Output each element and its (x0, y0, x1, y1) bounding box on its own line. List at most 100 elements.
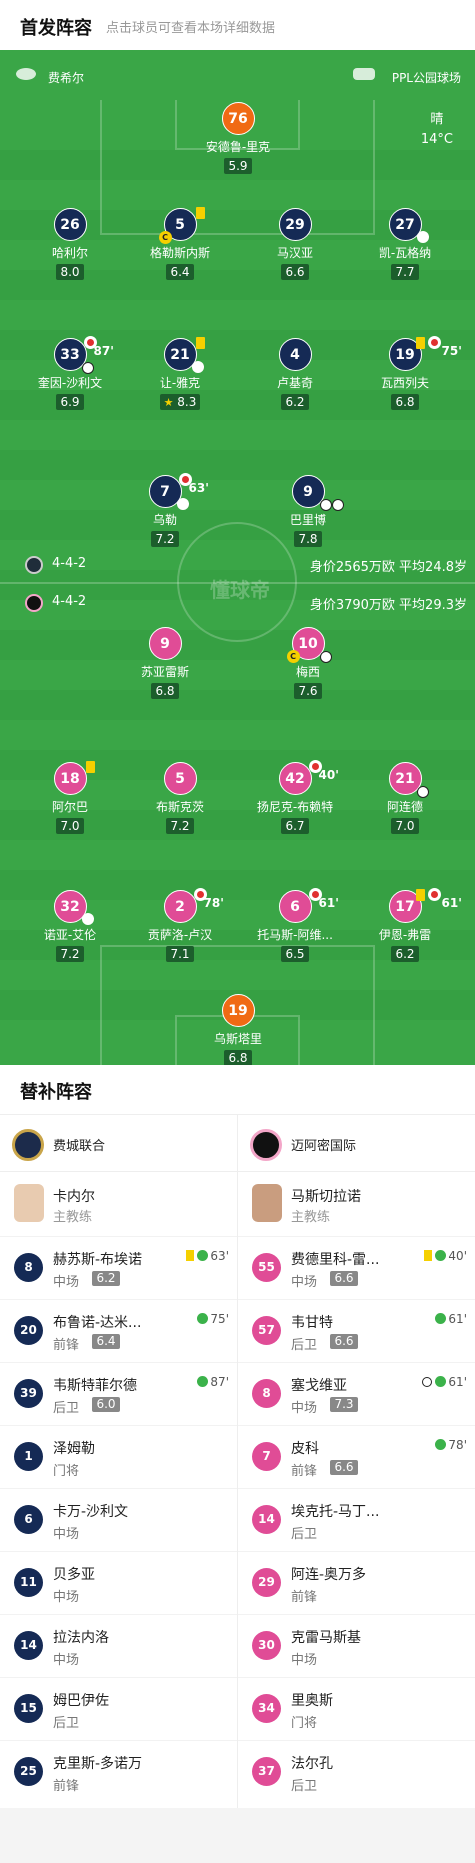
sub-position: 后卫 (291, 1338, 318, 1353)
player-away-42[interactable]: 42 40' 扬尼克-布赖特 6.7 (245, 760, 345, 834)
home-subs-column: 费城联合 卡内尔 主教练 8 赫苏斯-布埃诺 中场 6.2 63' 20 布鲁诺… (0, 1114, 237, 1803)
lineup-page: 首发阵容 点击球员可查看本场详细数据 费希尔 PPL公园球场 晴 14°C 76… (0, 0, 475, 1863)
lineup-title: 首发阵容 (20, 18, 92, 39)
player-away-18[interactable]: 18 阿尔巴 7.0 (20, 761, 120, 834)
player-home-19[interactable]: 19 75' 瓦西列夫 6.8 (355, 336, 462, 410)
player-number: 9 (160, 636, 170, 652)
sub-row[interactable]: 25 克里斯-多诺万 前锋 (0, 1740, 237, 1803)
sub-number: 8 (252, 1379, 281, 1408)
player-away-2[interactable]: 2 78' 贡萨洛-卢汉 7.1 (130, 888, 230, 962)
sub-number: 7 (252, 1442, 281, 1471)
player-number: 18 (60, 771, 80, 787)
player-home-5[interactable]: 5C 格勒斯内斯 6.4 (130, 207, 230, 280)
player-home-26[interactable]: 26 哈利尔 8.0 (20, 208, 120, 280)
away-subs-column: 迈阿密国际 马斯切拉诺 主教练 55 费德里科-雷... 中场 6.6 40' … (238, 1114, 475, 1803)
sub-row[interactable]: 55 费德里科-雷... 中场 6.6 40' (238, 1236, 475, 1299)
yellow-card-icon (195, 337, 205, 349)
player-home-29[interactable]: 29 马汉亚 6.6 (245, 208, 345, 280)
sub-position: 后卫 (53, 1716, 80, 1731)
sub-position: 后卫 (53, 1401, 80, 1416)
sub-number: 15 (14, 1694, 43, 1723)
player-away-32[interactable]: 32 诺亚-艾伦 7.2 (20, 890, 120, 962)
sub-row[interactable]: 57 韦甘特 后卫 6.6 61' (238, 1299, 475, 1362)
sub-row[interactable]: 14 拉法内洛 中场 (0, 1614, 237, 1677)
player-home-33[interactable]: 33 87' 奎因-沙利文 6.9 (20, 336, 120, 410)
player-away-17[interactable]: 17 61' 伊恩-弗雷 6.2 (355, 888, 462, 962)
sub-row[interactable]: 20 布鲁诺-达米... 前锋 6.4 75' (0, 1299, 237, 1362)
sub-row[interactable]: 11 贝多亚 中场 (0, 1551, 237, 1614)
player-home-7[interactable]: 7 63' 乌勒 7.2 (115, 473, 215, 547)
pitch: 费希尔 PPL公园球场 晴 14°C 76 安德鲁-里克 5.9 26 哈利尔 … (0, 50, 475, 1065)
player-rating: 7.7 (391, 264, 419, 280)
sub-number: 6 (14, 1505, 43, 1534)
away-coach[interactable]: 马斯切拉诺 主教练 (238, 1172, 475, 1236)
player-home-27[interactable]: 27 凯-瓦格纳 7.7 (355, 208, 455, 280)
weather-label: 晴 (430, 112, 444, 127)
sub-in-icon (197, 1313, 209, 1324)
player-away-5[interactable]: 5 布斯克茨 7.2 (130, 762, 230, 834)
sub-event: 87' (197, 1375, 229, 1389)
coach-name: 马斯切拉诺 (291, 1189, 361, 1205)
home-team-label: 费希尔 (48, 71, 85, 85)
home-team-row[interactable]: 费城联合 (0, 1114, 237, 1172)
player-number: 19 (395, 347, 415, 363)
sub-row[interactable]: 14 埃克托-马丁... 后卫 (238, 1488, 475, 1551)
player-home-gk[interactable]: 76 安德鲁-里克 5.9 (188, 102, 288, 174)
player-rating: 5.9 (224, 158, 252, 174)
sub-in-icon (435, 1439, 447, 1450)
captain-icon: C (286, 650, 300, 663)
sub-name: 赫苏斯-布埃诺 (53, 1252, 143, 1268)
player-name: 阿尔巴 (51, 800, 88, 814)
goal-icon (331, 499, 344, 511)
sub-number: 8 (14, 1253, 43, 1282)
player-home-4[interactable]: 4 卢基奇 6.2 (245, 338, 345, 410)
player-away-gk[interactable]: 19 乌斯塔里 6.8 (188, 994, 288, 1065)
sub-name: 塞戈维亚 (291, 1378, 347, 1394)
player-name: 梅西 (295, 665, 320, 679)
player-away-10[interactable]: 10 C 梅西 7.6 (258, 627, 358, 699)
sub-number: 11 (14, 1568, 43, 1597)
sub-position: 后卫 (291, 1779, 318, 1794)
player-home-21[interactable]: 21 让-雅克 ★ 8.3 (130, 337, 230, 410)
sub-row[interactable]: 37 法尔孔 后卫 (238, 1740, 475, 1803)
sub-row[interactable]: 34 里奥斯 门将 (238, 1677, 475, 1740)
coach-role: 主教练 (53, 1210, 93, 1225)
sub-row[interactable]: 15 姆巴伊佐 后卫 (0, 1677, 237, 1740)
sub-number: 30 (252, 1631, 281, 1660)
sub-row[interactable]: 6 卡万-沙利文 中场 (0, 1488, 237, 1551)
player-number: 10 (298, 636, 318, 652)
home-value: 身价2565万欧 平均24.8岁 (309, 560, 467, 575)
sub-row[interactable]: 7 皮科 前锋 6.6 78' (238, 1425, 475, 1488)
sub-minute: 40' (318, 768, 339, 782)
player-away-21[interactable]: 21 阿连德 7.0 (355, 762, 455, 834)
sub-number: 14 (14, 1631, 43, 1660)
sub-in-icon (197, 1250, 209, 1261)
sub-minute: 61' (318, 896, 339, 910)
home-coach[interactable]: 卡内尔 主教练 (0, 1172, 237, 1236)
player-rating: 7.0 (391, 818, 419, 834)
player-home-9[interactable]: 9 巴里博 7.8 (258, 475, 358, 547)
player-rating: 6.8 (151, 683, 179, 699)
lineup-hint: 点击球员可查看本场详细数据 (106, 21, 276, 36)
player-number: 17 (395, 899, 415, 915)
sub-row[interactable]: 8 塞戈维亚 中场 7.3 61' (238, 1362, 475, 1425)
player-away-9[interactable]: 9 苏亚雷斯 6.8 (115, 627, 215, 699)
player-away-6[interactable]: 6 61' 托马斯-阿维... 6.5 (245, 888, 345, 962)
sub-row[interactable]: 8 赫苏斯-布埃诺 中场 6.2 63' (0, 1236, 237, 1299)
sub-row[interactable]: 29 阿连-奥万多 前锋 (238, 1551, 475, 1614)
sub-position: 中场 (53, 1527, 80, 1542)
sub-event: 40' (424, 1249, 467, 1263)
goal-icon (416, 786, 429, 798)
player-number: 26 (60, 217, 80, 233)
player-number: 27 (395, 217, 415, 233)
player-number: 19 (228, 1003, 248, 1019)
player-number: 29 (285, 217, 305, 233)
sub-position: 前锋 (53, 1779, 80, 1794)
sub-row[interactable]: 39 韦斯特菲尔德 后卫 6.0 87' (0, 1362, 237, 1425)
yellow-card-icon (186, 1250, 195, 1261)
player-name: 格勒斯内斯 (149, 246, 210, 260)
away-team-row[interactable]: 迈阿密国际 (238, 1114, 475, 1172)
player-name: 托马斯-阿维... (257, 928, 333, 942)
sub-row[interactable]: 30 克雷马斯基 中场 (238, 1614, 475, 1677)
sub-row[interactable]: 1 泽姆勒 门将 (0, 1425, 237, 1488)
